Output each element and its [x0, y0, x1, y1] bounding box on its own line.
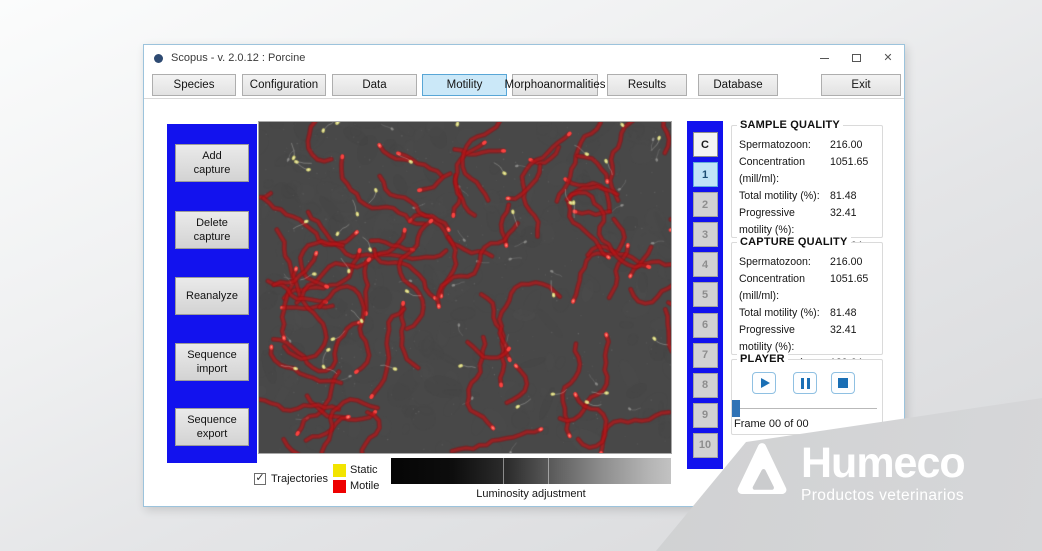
add-capture-button[interactable]: Add capture [175, 144, 249, 182]
trajectories-label: Trajectories [271, 473, 328, 485]
checkmark-icon: ✓ [255, 473, 264, 484]
capture-button-c[interactable]: C [693, 132, 718, 157]
close-button[interactable]: ✕ [872, 45, 904, 71]
stat-label: Progressive motility (%): [739, 322, 830, 356]
tab-morphoanormalities[interactable]: Morphoanormalities [512, 74, 598, 96]
stat-value: 216.00 [830, 137, 876, 154]
stat-value: 1051.65 [830, 154, 876, 188]
minimize-icon [820, 58, 829, 59]
capture-selector-panel: C 1 2 3 4 5 6 7 8 9 10 [687, 121, 723, 469]
stop-button[interactable] [831, 372, 855, 394]
capture-quality-panel: CAPTURE QUALITY Spermatozoon:216.00 Conc… [731, 242, 883, 355]
play-icon [761, 378, 770, 388]
stat-value: 216.00 [830, 254, 876, 271]
trajectories-checkbox[interactable]: ✓ [254, 473, 266, 485]
tabs-divider [144, 98, 904, 99]
stat-row: Spermatozoon:216.00 [739, 137, 876, 154]
capture-button-8[interactable]: 8 [693, 373, 718, 398]
stat-row: Progressive motility (%):32.41 [739, 205, 876, 239]
stat-label: Concentration (mill/ml): [739, 271, 830, 305]
capture-button-3[interactable]: 3 [693, 222, 718, 247]
capture-button-7[interactable]: 7 [693, 343, 718, 368]
capture-button-2[interactable]: 2 [693, 192, 718, 217]
stat-row: Concentration (mill/ml):1051.65 [739, 271, 876, 305]
brand-tagline: Productos veterinarios [801, 487, 965, 505]
capture-actions-panel: Add capture Delete capture Reanalyze Seq… [167, 124, 257, 463]
stat-label: Total motility (%): [739, 305, 830, 322]
play-button[interactable] [752, 372, 776, 394]
title-bar: Scopus - v. 2.0.12 : Porcine ✕ [144, 45, 904, 71]
maximize-icon [852, 54, 861, 62]
tab-database[interactable]: Database [698, 74, 778, 96]
stat-value: 32.41 [830, 322, 876, 356]
tab-results[interactable]: Results [607, 74, 687, 96]
capture-button-9[interactable]: 9 [693, 403, 718, 428]
tab-data[interactable]: Data [332, 74, 417, 96]
close-icon: ✕ [883, 53, 892, 64]
sequence-export-button[interactable]: Sequence export [175, 408, 249, 446]
tab-configuration[interactable]: Configuration [242, 74, 326, 96]
stat-row: Total motility (%):81.48 [739, 305, 876, 322]
capture-button-5[interactable]: 5 [693, 282, 718, 307]
capture-quality-title: CAPTURE QUALITY [737, 236, 851, 248]
tab-exit[interactable]: Exit [821, 74, 901, 96]
brand-logo: Humeco Productos veterinarios [736, 441, 965, 505]
stat-label: Spermatozoon: [739, 254, 830, 271]
motile-label: Motile [350, 480, 379, 492]
tab-species[interactable]: Species [152, 74, 236, 96]
static-color-swatch [333, 464, 346, 477]
tab-motility[interactable]: Motility [422, 74, 507, 96]
microscopy-viewport [258, 121, 672, 454]
luminosity-slider[interactable] [391, 458, 671, 484]
sample-quality-title: SAMPLE QUALITY [737, 119, 843, 131]
tab-bar: Species Configuration Data Motility Morp… [144, 74, 904, 96]
stat-value: 81.48 [830, 188, 876, 205]
stat-label: Progressive motility (%): [739, 205, 830, 239]
stat-row: Total motility (%):81.48 [739, 188, 876, 205]
microscopy-image [259, 122, 671, 453]
frame-counter: Frame 00 of 00 [734, 418, 809, 430]
motile-color-swatch [333, 480, 346, 493]
stat-label: Concentration (mill/ml): [739, 154, 830, 188]
capture-button-1[interactable]: 1 [693, 162, 718, 187]
stat-row: Progressive motility (%):32.41 [739, 322, 876, 356]
pause-button[interactable] [793, 372, 817, 394]
brand-name: Humeco [801, 441, 965, 486]
player-panel: PLAYER Frame 00 of 00 [731, 359, 883, 435]
maximize-button[interactable] [840, 45, 872, 71]
pause-icon [801, 378, 810, 389]
app-icon [154, 54, 163, 63]
frame-slider-track[interactable] [740, 408, 877, 409]
stat-label: Spermatozoon: [739, 137, 830, 154]
static-label: Static [350, 464, 378, 476]
minimize-button[interactable] [808, 45, 840, 71]
stop-icon [838, 378, 848, 388]
stat-row: Concentration (mill/ml):1051.65 [739, 154, 876, 188]
stat-value: 1051.65 [830, 271, 876, 305]
capture-button-10[interactable]: 10 [693, 433, 718, 458]
frame-slider-handle[interactable] [732, 400, 740, 417]
delete-capture-button[interactable]: Delete capture [175, 211, 249, 249]
stat-label: Total motility (%): [739, 188, 830, 205]
player-title: PLAYER [737, 353, 788, 365]
stat-row: Spermatozoon:216.00 [739, 254, 876, 271]
sample-quality-panel: SAMPLE QUALITY Spermatozoon:216.00 Conce… [731, 125, 883, 238]
trajectories-toggle[interactable]: ✓ Trajectories [254, 473, 328, 485]
stat-value: 32.41 [830, 205, 876, 239]
window-title: Scopus - v. 2.0.12 : Porcine [171, 52, 305, 64]
reanalyze-button[interactable]: Reanalyze [175, 277, 249, 315]
luminosity-label: Luminosity adjustment [391, 488, 671, 500]
luminosity-marker-high[interactable] [548, 458, 549, 484]
luminosity-marker-low[interactable] [503, 458, 504, 484]
humeco-triangle-icon [736, 441, 788, 495]
capture-button-6[interactable]: 6 [693, 313, 718, 338]
sequence-import-button[interactable]: Sequence import [175, 343, 249, 381]
stat-value: 81.48 [830, 305, 876, 322]
color-legend: Static Motile [333, 462, 379, 494]
capture-button-4[interactable]: 4 [693, 252, 718, 277]
